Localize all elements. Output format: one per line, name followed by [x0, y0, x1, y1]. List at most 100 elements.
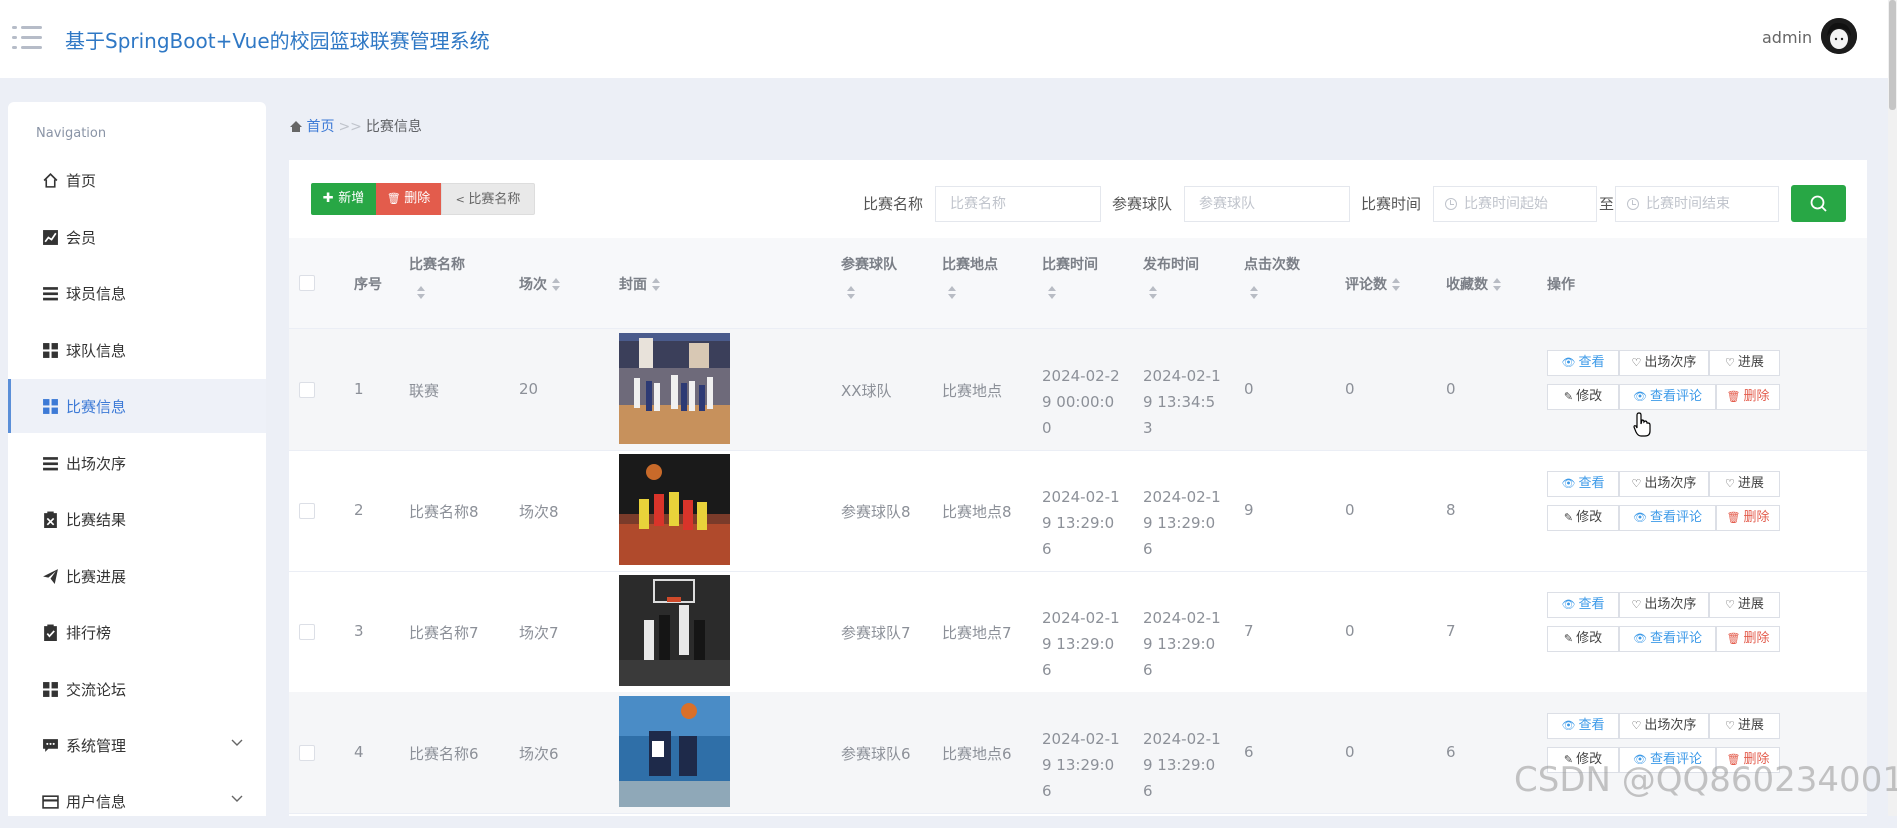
row-checkbox[interactable] — [299, 624, 315, 640]
clipboard-check-icon — [44, 624, 57, 641]
add-button[interactable]: ✚ 新增 — [311, 183, 376, 215]
progress-button[interactable]: ♡ 进展 — [1709, 350, 1780, 376]
search-time-label: 比赛时间 — [1361, 195, 1422, 213]
hand-cursor-icon — [1633, 412, 1651, 437]
order-button[interactable]: ♡ 出场次序 — [1619, 592, 1709, 618]
sidebar-item-home[interactable]: 首页 — [8, 153, 266, 207]
sidebar-item-players[interactable]: 球员信息 — [8, 266, 266, 320]
search-name-input[interactable]: 比赛名称 — [935, 186, 1101, 222]
sort-icon — [1492, 278, 1502, 292]
watermark: CSDN @QQ860234001 — [1514, 760, 1897, 800]
view-button[interactable]: 👁 查看 — [1547, 592, 1619, 618]
edit-button[interactable]: ✎ 修改 — [1547, 505, 1619, 531]
sort-icon[interactable] — [846, 286, 856, 300]
sort-icon — [1391, 278, 1401, 292]
grid-icon — [43, 399, 58, 414]
sidebar-item-system[interactable]: 系统管理 — [8, 718, 266, 772]
row-checkbox[interactable] — [299, 745, 315, 761]
view-button[interactable]: 👁 查看 — [1547, 471, 1619, 497]
trash-icon: 🗑 — [1726, 632, 1741, 645]
breadcrumb: 首页 >> 比赛信息 — [290, 116, 422, 136]
card-icon — [42, 795, 59, 809]
th-team[interactable]: 参赛球队 — [841, 254, 897, 274]
eye-icon: 👁 — [1561, 598, 1576, 611]
cover-image[interactable] — [619, 454, 730, 565]
sort-icon[interactable] — [1047, 286, 1057, 300]
th-place[interactable]: 比赛地点 — [942, 254, 998, 274]
th-cover[interactable]: 封面 — [619, 274, 661, 294]
sidebar-item-results[interactable]: 比赛结果 — [8, 492, 266, 546]
main-panel: ✚ 新增 🗑 删除 < 比赛名称 比赛名称 比赛名称 参赛球队 参赛球队 比赛时… — [289, 160, 1867, 816]
th-name[interactable]: 比赛名称 — [409, 254, 465, 274]
eye-icon: 👁 — [1633, 390, 1647, 403]
username[interactable]: admin — [1762, 28, 1812, 47]
edit-button[interactable]: ✎ 修改 — [1547, 626, 1619, 652]
share-button[interactable]: < 比赛名称 — [441, 183, 535, 215]
cover-image[interactable] — [619, 696, 730, 807]
eye-icon: 👁 — [1561, 356, 1576, 369]
search-time-start-input[interactable]: 比赛时间起始 — [1433, 186, 1597, 222]
sidebar-item-matches[interactable]: 比赛信息 — [8, 379, 266, 433]
home-icon — [290, 121, 302, 132]
page-scrollbar[interactable] — [1888, 0, 1897, 816]
sidebar-item-member[interactable]: 会员 — [8, 210, 266, 264]
menu-toggle-icon[interactable] — [12, 26, 42, 50]
sort-icon[interactable] — [947, 286, 957, 300]
view-button[interactable]: 👁 查看 — [1547, 713, 1619, 739]
chevron-down-icon — [231, 795, 243, 802]
delete-button[interactable]: 🗑 删除 — [1716, 626, 1780, 652]
th-index: 序号 — [354, 277, 382, 293]
sidebar-item-order[interactable]: 出场次序 — [8, 436, 266, 490]
delete-button[interactable]: 🗑 删除 — [1716, 384, 1780, 410]
view-comments-button[interactable]: 👁 查看评论 — [1619, 505, 1716, 531]
search-time-end-input[interactable]: 比赛时间结束 — [1615, 186, 1779, 222]
sidebar-item-ranking[interactable]: 排行榜 — [8, 605, 266, 659]
progress-button[interactable]: ♡ 进展 — [1709, 592, 1780, 618]
th-comments[interactable]: 评论数 — [1345, 274, 1401, 294]
app-title: 基于SpringBoot+Vue的校园篮球联赛管理系统 — [65, 29, 490, 53]
order-button[interactable]: ♡ 出场次序 — [1619, 713, 1709, 739]
share-icon: < — [455, 193, 469, 206]
order-button[interactable]: ♡ 出场次序 — [1619, 471, 1709, 497]
progress-button[interactable]: ♡ 进展 — [1709, 471, 1780, 497]
heart-icon: ♡ — [1631, 598, 1642, 611]
edit-icon: ✎ — [1563, 632, 1574, 645]
th-favorites[interactable]: 收藏数 — [1446, 274, 1502, 294]
avatar[interactable] — [1821, 18, 1857, 54]
sort-icon[interactable] — [1148, 286, 1158, 300]
th-time[interactable]: 比赛时间 — [1042, 254, 1098, 274]
nav-title: Navigation — [36, 126, 107, 141]
heart-icon: ♡ — [1725, 719, 1735, 732]
view-comments-button[interactable]: 👁 查看评论 — [1619, 384, 1716, 410]
search-button[interactable] — [1791, 185, 1846, 222]
th-publish[interactable]: 发布时间 — [1143, 254, 1199, 274]
sort-icon[interactable] — [416, 286, 426, 300]
row-checkbox[interactable] — [299, 503, 315, 519]
view-comments-button[interactable]: 👁 查看评论 — [1619, 626, 1716, 652]
breadcrumb-home[interactable]: 首页 — [306, 119, 334, 135]
batch-delete-button[interactable]: 🗑 删除 — [376, 183, 441, 215]
sidebar-item-users[interactable]: 用户信息 — [8, 774, 266, 828]
row-checkbox[interactable] — [299, 382, 315, 398]
select-all-checkbox[interactable] — [299, 275, 315, 291]
order-button[interactable]: ♡ 出场次序 — [1619, 350, 1709, 376]
th-actions: 操作 — [1547, 277, 1575, 293]
sidebar-item-forum[interactable]: 交流论坛 — [8, 662, 266, 716]
cover-image[interactable] — [619, 575, 730, 686]
sort-icon[interactable] — [1249, 286, 1259, 300]
th-round[interactable]: 场次 — [519, 274, 561, 294]
sidebar-item-teams[interactable]: 球队信息 — [8, 323, 266, 377]
sort-icon — [551, 278, 561, 292]
edit-button[interactable]: ✎ 修改 — [1547, 384, 1619, 410]
view-button[interactable]: 👁 查看 — [1547, 350, 1619, 376]
search-team-input[interactable]: 参赛球队 — [1184, 186, 1350, 222]
home-icon — [43, 172, 58, 188]
chevron-down-icon — [231, 739, 243, 746]
progress-button[interactable]: ♡ 进展 — [1709, 713, 1780, 739]
delete-button[interactable]: 🗑 删除 — [1716, 505, 1780, 531]
th-clicks[interactable]: 点击次数 — [1244, 254, 1300, 274]
clock-icon — [1627, 198, 1639, 210]
cover-image[interactable] — [619, 333, 730, 444]
sidebar-item-progress[interactable]: 比赛进展 — [8, 549, 266, 603]
eye-icon: 👁 — [1561, 719, 1576, 732]
